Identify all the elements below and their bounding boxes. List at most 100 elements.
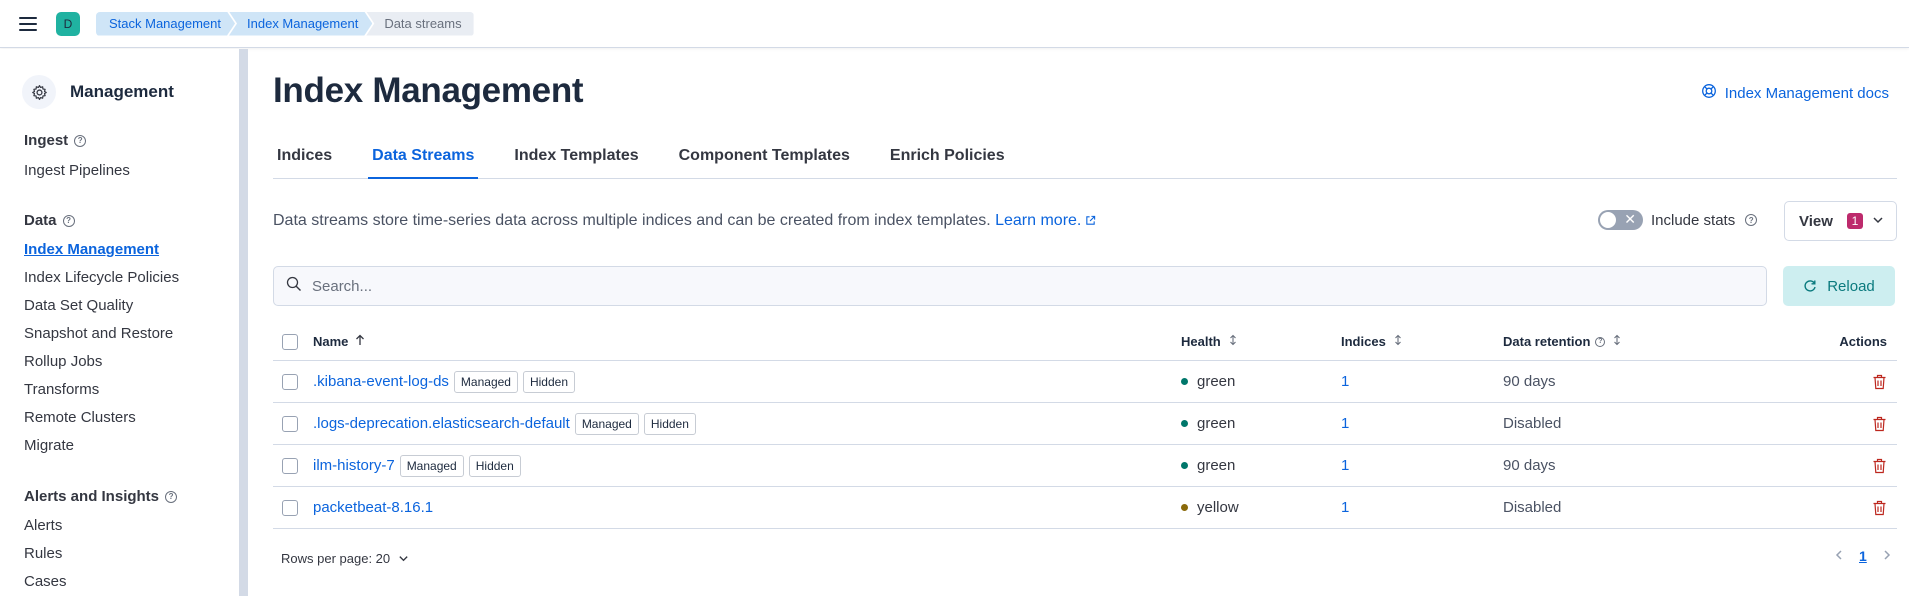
description-text: Data streams store time-series data acro… bbox=[273, 212, 991, 229]
row-indices-cell: 1 bbox=[1341, 373, 1349, 390]
row-health-cell: green bbox=[1181, 415, 1235, 432]
external-link-icon bbox=[1085, 213, 1096, 231]
data-stream-link[interactable]: packetbeat-8.16.1 bbox=[313, 499, 433, 516]
tab-enrich-policies[interactable]: Enrich Policies bbox=[886, 145, 1009, 179]
docs-link-label: Index Management docs bbox=[1724, 84, 1889, 102]
indices-link[interactable]: 1 bbox=[1341, 415, 1349, 432]
chevron-right-icon[interactable] bbox=[1881, 548, 1893, 564]
view-count-badge: 1 bbox=[1846, 213, 1863, 229]
delete-icon[interactable] bbox=[1872, 416, 1887, 432]
column-label: Name bbox=[313, 334, 349, 349]
help-icon[interactable]: ? bbox=[1745, 214, 1758, 226]
chevron-down-icon bbox=[1872, 213, 1884, 230]
data-stream-link[interactable]: ilm-history-7 bbox=[313, 457, 395, 474]
health-dot bbox=[1181, 504, 1188, 511]
column-retention-header[interactable]: Data retention? bbox=[1503, 334, 1623, 349]
sidebar-item-data-set-quality[interactable]: Data Set Quality bbox=[24, 297, 133, 314]
tab-component-templates[interactable]: Component Templates bbox=[675, 145, 854, 179]
rows-per-page-label: Rows per page: 20 bbox=[281, 551, 391, 566]
row-checkbox[interactable] bbox=[282, 499, 298, 516]
breadcrumb-data-streams: Data streams bbox=[366, 11, 474, 36]
include-stats-switch[interactable]: ✕ bbox=[1598, 210, 1643, 230]
refresh-icon bbox=[1804, 280, 1816, 292]
reload-label: Reload bbox=[1827, 277, 1875, 295]
table-row: packetbeat-8.16.1 yellow 1 Disabled bbox=[273, 487, 1897, 529]
health-dot bbox=[1181, 378, 1188, 385]
row-checkbox[interactable] bbox=[282, 415, 298, 432]
row-checkbox[interactable] bbox=[282, 373, 298, 390]
sidebar-header: Management bbox=[22, 75, 174, 109]
sidebar-item-transforms[interactable]: Transforms bbox=[24, 381, 99, 398]
help-icon[interactable]: ? bbox=[165, 490, 178, 503]
lifebuoy-icon bbox=[1701, 83, 1717, 103]
menu-icon[interactable] bbox=[19, 16, 37, 31]
sidebar-item-index-management[interactable]: Index Management bbox=[24, 241, 159, 258]
sidebar-item-index-lifecycle-policies[interactable]: Index Lifecycle Policies bbox=[24, 269, 179, 286]
chevron-left-icon[interactable] bbox=[1833, 548, 1845, 564]
view-button-label: View bbox=[1799, 212, 1833, 230]
sidebar-item-alerts[interactable]: Alerts bbox=[24, 517, 62, 534]
column-health-header[interactable]: Health bbox=[1181, 334, 1239, 349]
data-stream-link[interactable]: .logs-deprecation.elasticsearch-default bbox=[313, 415, 570, 432]
row-indices-cell: 1 bbox=[1341, 415, 1349, 432]
row-retention-cell: Disabled bbox=[1503, 415, 1561, 432]
row-name-cell: ilm-history-7 Managed Hidden bbox=[313, 454, 521, 477]
docs-link[interactable]: Index Management docs bbox=[1701, 83, 1889, 103]
column-label: Health bbox=[1181, 334, 1221, 349]
page-title: Index Management bbox=[273, 71, 584, 110]
health-dot bbox=[1181, 420, 1188, 427]
learn-more-link[interactable]: Learn more. bbox=[995, 212, 1096, 229]
sortable-icon bbox=[1392, 334, 1404, 349]
select-all-checkbox[interactable] bbox=[282, 333, 298, 350]
tab-index-templates[interactable]: Index Templates bbox=[510, 145, 642, 179]
table-row: .kibana-event-log-ds Managed Hidden gree… bbox=[273, 361, 1897, 403]
row-health-cell: green bbox=[1181, 457, 1235, 474]
sidebar-item-rules[interactable]: Rules bbox=[24, 545, 62, 562]
sidebar-item-remote-clusters[interactable]: Remote Clusters bbox=[24, 409, 136, 426]
tab-data-streams[interactable]: Data Streams bbox=[368, 145, 479, 179]
row-health-cell: green bbox=[1181, 373, 1235, 390]
view-filter-button[interactable]: View 1 bbox=[1784, 201, 1897, 241]
indices-link[interactable]: 1 bbox=[1341, 499, 1349, 516]
page-number[interactable]: 1 bbox=[1859, 548, 1867, 564]
sidebar-item-snapshot-restore[interactable]: Snapshot and Restore bbox=[24, 325, 173, 342]
sidebar-group-label: Ingest bbox=[24, 132, 69, 149]
delete-icon[interactable] bbox=[1872, 500, 1887, 516]
include-stats-label: Include stats bbox=[1651, 211, 1736, 229]
reload-button[interactable]: Reload bbox=[1783, 266, 1895, 306]
search-input[interactable] bbox=[312, 277, 1712, 295]
rows-per-page-selector[interactable]: Rows per page: 20 bbox=[281, 551, 409, 566]
sidebar-item-ingest-pipelines[interactable]: Ingest Pipelines bbox=[24, 162, 130, 179]
column-label: Data retention bbox=[1503, 334, 1591, 349]
row-checkbox[interactable] bbox=[282, 457, 298, 474]
delete-icon[interactable] bbox=[1872, 458, 1887, 474]
tab-indices[interactable]: Indices bbox=[273, 145, 336, 179]
top-header: D Stack Management Index Management Data… bbox=[0, 0, 1909, 48]
sidebar-item-migrate[interactable]: Migrate bbox=[24, 437, 74, 454]
sidebar-group-alerts-insights: Alerts and Insights? bbox=[24, 488, 178, 505]
column-name-header[interactable]: Name bbox=[313, 334, 366, 349]
space-avatar[interactable]: D bbox=[56, 11, 80, 36]
help-icon[interactable]: ? bbox=[62, 214, 75, 227]
delete-icon[interactable] bbox=[1872, 374, 1887, 390]
breadcrumb-index-management[interactable]: Index Management bbox=[229, 12, 372, 36]
indices-link[interactable]: 1 bbox=[1341, 373, 1349, 390]
gear-icon bbox=[22, 75, 56, 109]
health-text: green bbox=[1197, 457, 1236, 474]
column-indices-header[interactable]: Indices bbox=[1341, 334, 1404, 349]
table-header: Name Health Indices Data retention? Acti… bbox=[273, 323, 1897, 361]
help-icon[interactable]: ? bbox=[74, 134, 87, 147]
hidden-badge: Hidden bbox=[522, 370, 575, 393]
managed-badge: Managed bbox=[453, 370, 518, 393]
data-stream-link[interactable]: .kibana-event-log-ds bbox=[313, 373, 449, 390]
learn-more-label: Learn more. bbox=[995, 212, 1082, 229]
indices-link[interactable]: 1 bbox=[1341, 457, 1349, 474]
sidebar-item-cases[interactable]: Cases bbox=[24, 573, 67, 590]
breadcrumb-stack-management[interactable]: Stack Management bbox=[96, 12, 235, 36]
help-icon[interactable]: ? bbox=[1595, 336, 1606, 347]
sidebar-group-label: Alerts and Insights bbox=[24, 488, 160, 505]
sidebar-item-rollup-jobs[interactable]: Rollup Jobs bbox=[24, 353, 102, 370]
include-stats-toggle: ✕ Include stats ? bbox=[1598, 210, 1758, 230]
row-health-cell: yellow bbox=[1181, 499, 1239, 516]
pagination: 1 bbox=[1833, 548, 1893, 564]
